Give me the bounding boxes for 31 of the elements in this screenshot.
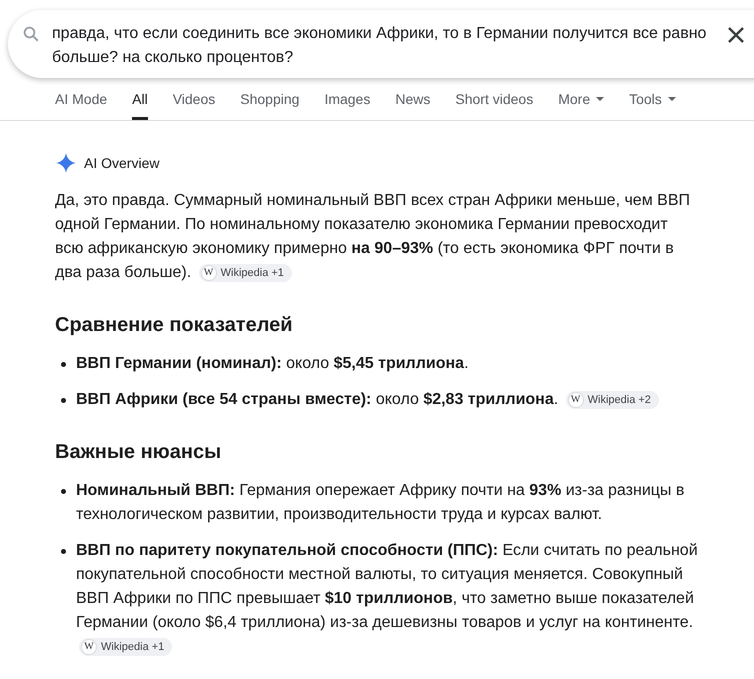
- ai-overview-title: AI Overview: [84, 154, 160, 173]
- bullet-dot: [61, 489, 66, 494]
- source-chip[interactable]: W Wikipedia +2: [566, 390, 659, 409]
- overview-paragraph: Да, это правда. Суммарный номинальный ВВП всех стран Африки меньше, чем ВВП одной Германии. По номинальному показателю экономика Германии превосходит всю африканскую экономику примерно на 90–93% (то есть экономика ФРГ почти в два раза больше). W Wikipedia +1: [55, 191, 691, 284]
- tab[interactable]: Shopping: [240, 88, 300, 120]
- source-chip[interactable]: W Wikipedia +1: [198, 264, 292, 282]
- tab[interactable]: More: [558, 88, 604, 120]
- search-field[interactable]: правда, что если соединить все экономики Африки, то в Германии получится все равно больше? на сколько процентов?: [52, 22, 712, 78]
- search-icon: [22, 25, 40, 43]
- bullet-dot: [61, 549, 66, 554]
- bullet-text: ВВП по паритету покупательной способности (ППС): Если считать по реальной покупательной способности местной валюты, то ситуация меняется. Совокупный ВВП Африки по ППС превышает $10 триллионов, что заметно выше показателей Германии (около $6,4 триллиона) из-за дешевизны товаров и услуг на континенте. W Wikipedia +1: [76, 539, 698, 659]
- tab[interactable]: AI Mode: [55, 88, 108, 120]
- bullet-dot: [61, 362, 66, 367]
- tab[interactable]: All: [132, 88, 148, 120]
- section-heading: Важные нюансы: [55, 440, 222, 465]
- section-heading: Сравнение показателей: [55, 313, 294, 338]
- tab[interactable]: Videos: [172, 88, 216, 120]
- bullet-text: ВВП Германии (номинал): около $5,45 триллиона.: [76, 354, 469, 374]
- tab[interactable]: Tools: [629, 88, 676, 120]
- bullet-dot: [61, 398, 66, 403]
- tab[interactable]: Images: [324, 88, 370, 120]
- bullet-text: ВВП Африки (все 54 страны вместе): около $2,83 триллиона. W Wikipedia +2: [76, 388, 659, 412]
- wikipedia-icon: W: [568, 392, 584, 408]
- wikipedia-icon: W: [200, 264, 217, 281]
- source-chip[interactable]: W Wikipedia +1: [79, 638, 172, 656]
- tab[interactable]: News: [395, 88, 430, 120]
- sparkle-icon: [56, 153, 76, 173]
- tab[interactable]: Short videos: [455, 88, 534, 120]
- wikipedia-icon: W: [81, 638, 97, 655]
- search-bar[interactable]: правда, что если соединить все экономики Африки, то в Германии получится все равно больше? на сколько процентов?: [8, 10, 754, 78]
- bullet-text: Номинальный ВВП: Германия опережает Африку почти на 93% из-за разницы в технологическом развитии, производительности труда и курсах валют.: [76, 481, 686, 525]
